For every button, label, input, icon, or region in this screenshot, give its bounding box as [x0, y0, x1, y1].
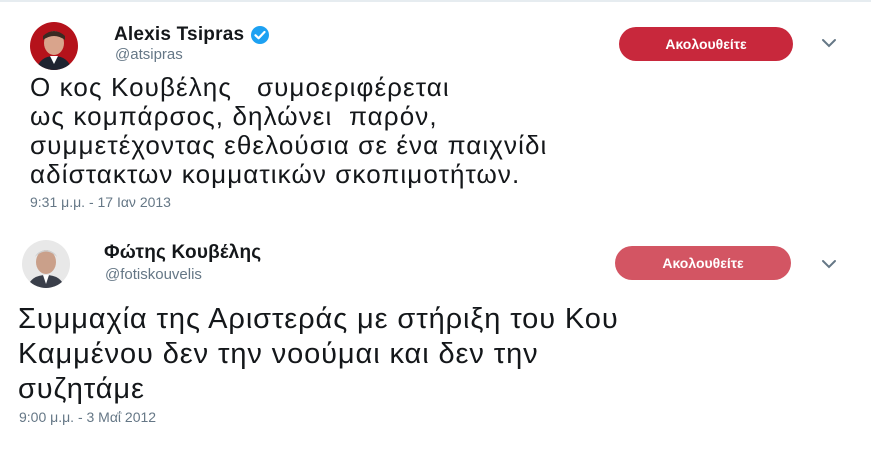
tweet-timestamp[interactable]: 9:00 μ.μ. - 3 Μαΐ 2012: [19, 409, 156, 425]
tweet-tsipras: Alexis Tsipras @atsipras Ακολουθείτε Ο κ…: [0, 0, 871, 220]
tweet-text-line: Συμμαχία της Αριστεράς με στήριξη του Κο…: [18, 303, 619, 335]
display-name[interactable]: Φώτης Κουβέλης: [104, 242, 261, 264]
user-handle[interactable]: @atsipras: [115, 46, 183, 63]
follow-button[interactable]: Ακολουθείτε: [619, 27, 793, 61]
tweet-text-line: Καμμένου δεν την νοούμαι και δεν την: [18, 338, 539, 370]
avatar[interactable]: [30, 22, 78, 70]
tweet-text-line: αδίστακτων κομματικών σκοπιμοτήτων.: [30, 159, 521, 189]
tweet-kouvelis: Φώτης Κουβέλης @fotiskouvelis Ακολουθείτ…: [0, 220, 871, 460]
tweet-timestamp[interactable]: 9:31 μ.μ. - 17 Ιαν 2013: [30, 194, 171, 210]
tweet-text-line: ως κομπάρσος, δηλώνει παρόν,: [30, 101, 438, 131]
verified-badge-icon: [251, 26, 270, 44]
tweet-text-line: συμμετέχοντας εθελούσια σε ένα παιχνίδι: [30, 130, 548, 160]
chevron-down-icon[interactable]: [820, 37, 838, 49]
follow-button[interactable]: Ακολουθείτε: [615, 246, 791, 280]
user-handle[interactable]: @fotiskouvelis: [105, 266, 202, 283]
display-name[interactable]: Alexis Tsipras: [114, 24, 244, 46]
avatar[interactable]: [22, 240, 70, 288]
tweet-text-line: συζητάμε: [18, 373, 145, 405]
tweet-text-line: Ο κος Κουβέλης συμοεριφέρεται: [30, 72, 450, 102]
chevron-down-icon[interactable]: [820, 258, 838, 270]
